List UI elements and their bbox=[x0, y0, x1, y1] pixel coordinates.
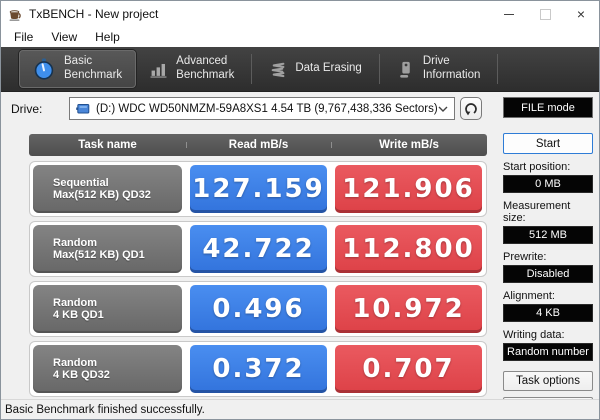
drive-icon bbox=[400, 61, 410, 78]
tab-label-line1: Advanced bbox=[176, 55, 228, 68]
tab-label-line2: Benchmark bbox=[176, 69, 235, 81]
task-cell: Random 4 KB QD1 bbox=[33, 285, 182, 333]
start-position-value[interactable]: 0 MB bbox=[503, 175, 593, 193]
menu-file[interactable]: File bbox=[5, 29, 42, 45]
table-row: Sequential Max(512 KB) QD32 127.159 121.… bbox=[29, 161, 487, 217]
task-line1: Random bbox=[53, 237, 97, 249]
table-header: Task name Read mB/s Write mB/s bbox=[29, 134, 487, 156]
menu-bar: File View Help bbox=[1, 27, 599, 47]
alignment-value[interactable]: 4 KB bbox=[503, 304, 593, 322]
eraser-zigzag-icon bbox=[272, 62, 285, 77]
read-value-cell: 127.159 bbox=[190, 165, 327, 213]
table-row: Random 4 KB QD32 0.372 0.707 bbox=[29, 341, 487, 397]
close-icon: × bbox=[576, 6, 586, 22]
minimize-icon bbox=[504, 13, 514, 15]
benchmark-table: Task name Read mB/s Write mB/s Sequentia… bbox=[29, 134, 487, 397]
write-value-cell: 121.906 bbox=[335, 165, 482, 213]
start-button[interactable]: Start bbox=[503, 133, 593, 154]
header-task-name: Task name bbox=[78, 139, 137, 151]
tab-label: Advanced Benchmark bbox=[176, 55, 234, 83]
app-coffee-cup-icon bbox=[9, 9, 21, 21]
tab-label: Data Erasing bbox=[295, 62, 361, 76]
alignment-label: Alignment: bbox=[503, 290, 555, 302]
measurement-size-value[interactable]: 512 MB bbox=[503, 226, 593, 244]
task-cell: Random 4 KB QD32 bbox=[33, 345, 182, 393]
tab-advanced-benchmark[interactable]: Advanced Benchmark bbox=[136, 50, 248, 88]
task-line2: 4 KB QD32 bbox=[53, 369, 110, 381]
minimize-button[interactable] bbox=[491, 1, 527, 27]
task-line1: Random bbox=[53, 297, 97, 309]
status-bar: Basic Benchmark finished successfully. bbox=[1, 399, 599, 419]
chevron-down-icon bbox=[438, 106, 448, 112]
stopwatch-icon bbox=[34, 58, 54, 80]
tab-drive-information[interactable]: Drive Information bbox=[383, 50, 495, 88]
tab-label-line2: Information bbox=[422, 69, 481, 81]
toolbar-separator bbox=[378, 54, 380, 84]
header-write: Write mB/s bbox=[331, 139, 487, 151]
task-line2: Max(512 KB) QD1 bbox=[53, 249, 145, 261]
tab-label-line1: Data Erasing bbox=[295, 62, 362, 75]
table-row: Random 4 KB QD1 0.496 10.972 bbox=[29, 281, 487, 337]
window-title: TxBENCH - New project bbox=[29, 7, 159, 21]
menu-view[interactable]: View bbox=[42, 29, 86, 45]
bar-chart-icon bbox=[150, 63, 167, 78]
task-line2: 4 KB QD1 bbox=[53, 309, 104, 321]
maximize-icon bbox=[539, 8, 551, 20]
settings-panel: FILE mode Start Start position: 0 MB Mea… bbox=[503, 97, 593, 417]
read-value-cell: 0.496 bbox=[190, 285, 327, 333]
tab-label-line1: Drive bbox=[422, 55, 450, 68]
toolbar: Basic Benchmark Advanced Benchmark Data … bbox=[1, 47, 599, 92]
write-value-cell: 10.972 bbox=[335, 285, 482, 333]
writing-data-value[interactable]: Random number bbox=[503, 343, 593, 361]
prewrite-label: Prewrite: bbox=[503, 251, 547, 263]
refresh-drives-button[interactable] bbox=[460, 97, 482, 120]
tab-label-line2: Benchmark bbox=[64, 69, 123, 81]
table-row: Random Max(512 KB) QD1 42.722 112.800 bbox=[29, 221, 487, 277]
tab-label-line1: Basic bbox=[64, 55, 93, 68]
close-button[interactable]: × bbox=[563, 1, 599, 27]
drive-label: Drive: bbox=[11, 102, 43, 116]
app-window: TxBENCH - New project × File View Help B… bbox=[0, 0, 600, 420]
start-position-label: Start position: bbox=[503, 161, 571, 173]
tab-data-erasing[interactable]: Data Erasing bbox=[255, 50, 375, 88]
maximize-button[interactable] bbox=[527, 1, 563, 27]
status-text: Basic Benchmark finished successfully. bbox=[5, 403, 205, 416]
toolbar-separator bbox=[497, 54, 499, 84]
write-value-cell: 112.800 bbox=[335, 225, 482, 273]
task-line2: Max(512 KB) QD32 bbox=[53, 189, 151, 201]
prewrite-value[interactable]: Disabled bbox=[503, 265, 593, 283]
drive-select[interactable]: (D:) WDC WD50NMZM-59A8XS1 4.54 TB (9,767… bbox=[69, 97, 455, 120]
task-cell: Random Max(512 KB) QD1 bbox=[33, 225, 182, 273]
drive-select-value: (D:) WDC WD50NMZM-59A8XS1 4.54 TB (9,767… bbox=[96, 102, 438, 115]
task-cell: Sequential Max(512 KB) QD32 bbox=[33, 165, 182, 213]
tab-label: Basic Benchmark bbox=[64, 55, 122, 83]
write-value-cell: 0.707 bbox=[335, 345, 482, 393]
refresh-icon bbox=[465, 102, 477, 115]
task-line1: Random bbox=[53, 357, 97, 369]
tab-label: Drive Information bbox=[423, 55, 481, 83]
tab-basic-benchmark[interactable]: Basic Benchmark bbox=[19, 50, 137, 88]
header-read: Read mB/s bbox=[186, 139, 331, 151]
measurement-size-label: Measurement size: bbox=[503, 200, 571, 224]
writing-data-label: Writing data: bbox=[503, 329, 565, 341]
task-line1: Sequential bbox=[53, 177, 109, 189]
toolbar-separator bbox=[251, 54, 253, 84]
menu-help[interactable]: Help bbox=[86, 29, 129, 45]
file-mode-button[interactable]: FILE mode bbox=[503, 97, 593, 118]
read-value-cell: 0.372 bbox=[190, 345, 327, 393]
window-controls: × bbox=[491, 1, 599, 27]
task-options-button[interactable]: Task options bbox=[503, 371, 593, 391]
read-value-cell: 42.722 bbox=[190, 225, 327, 273]
hard-drive-icon bbox=[76, 103, 90, 113]
title-bar: TxBENCH - New project × bbox=[1, 1, 599, 27]
